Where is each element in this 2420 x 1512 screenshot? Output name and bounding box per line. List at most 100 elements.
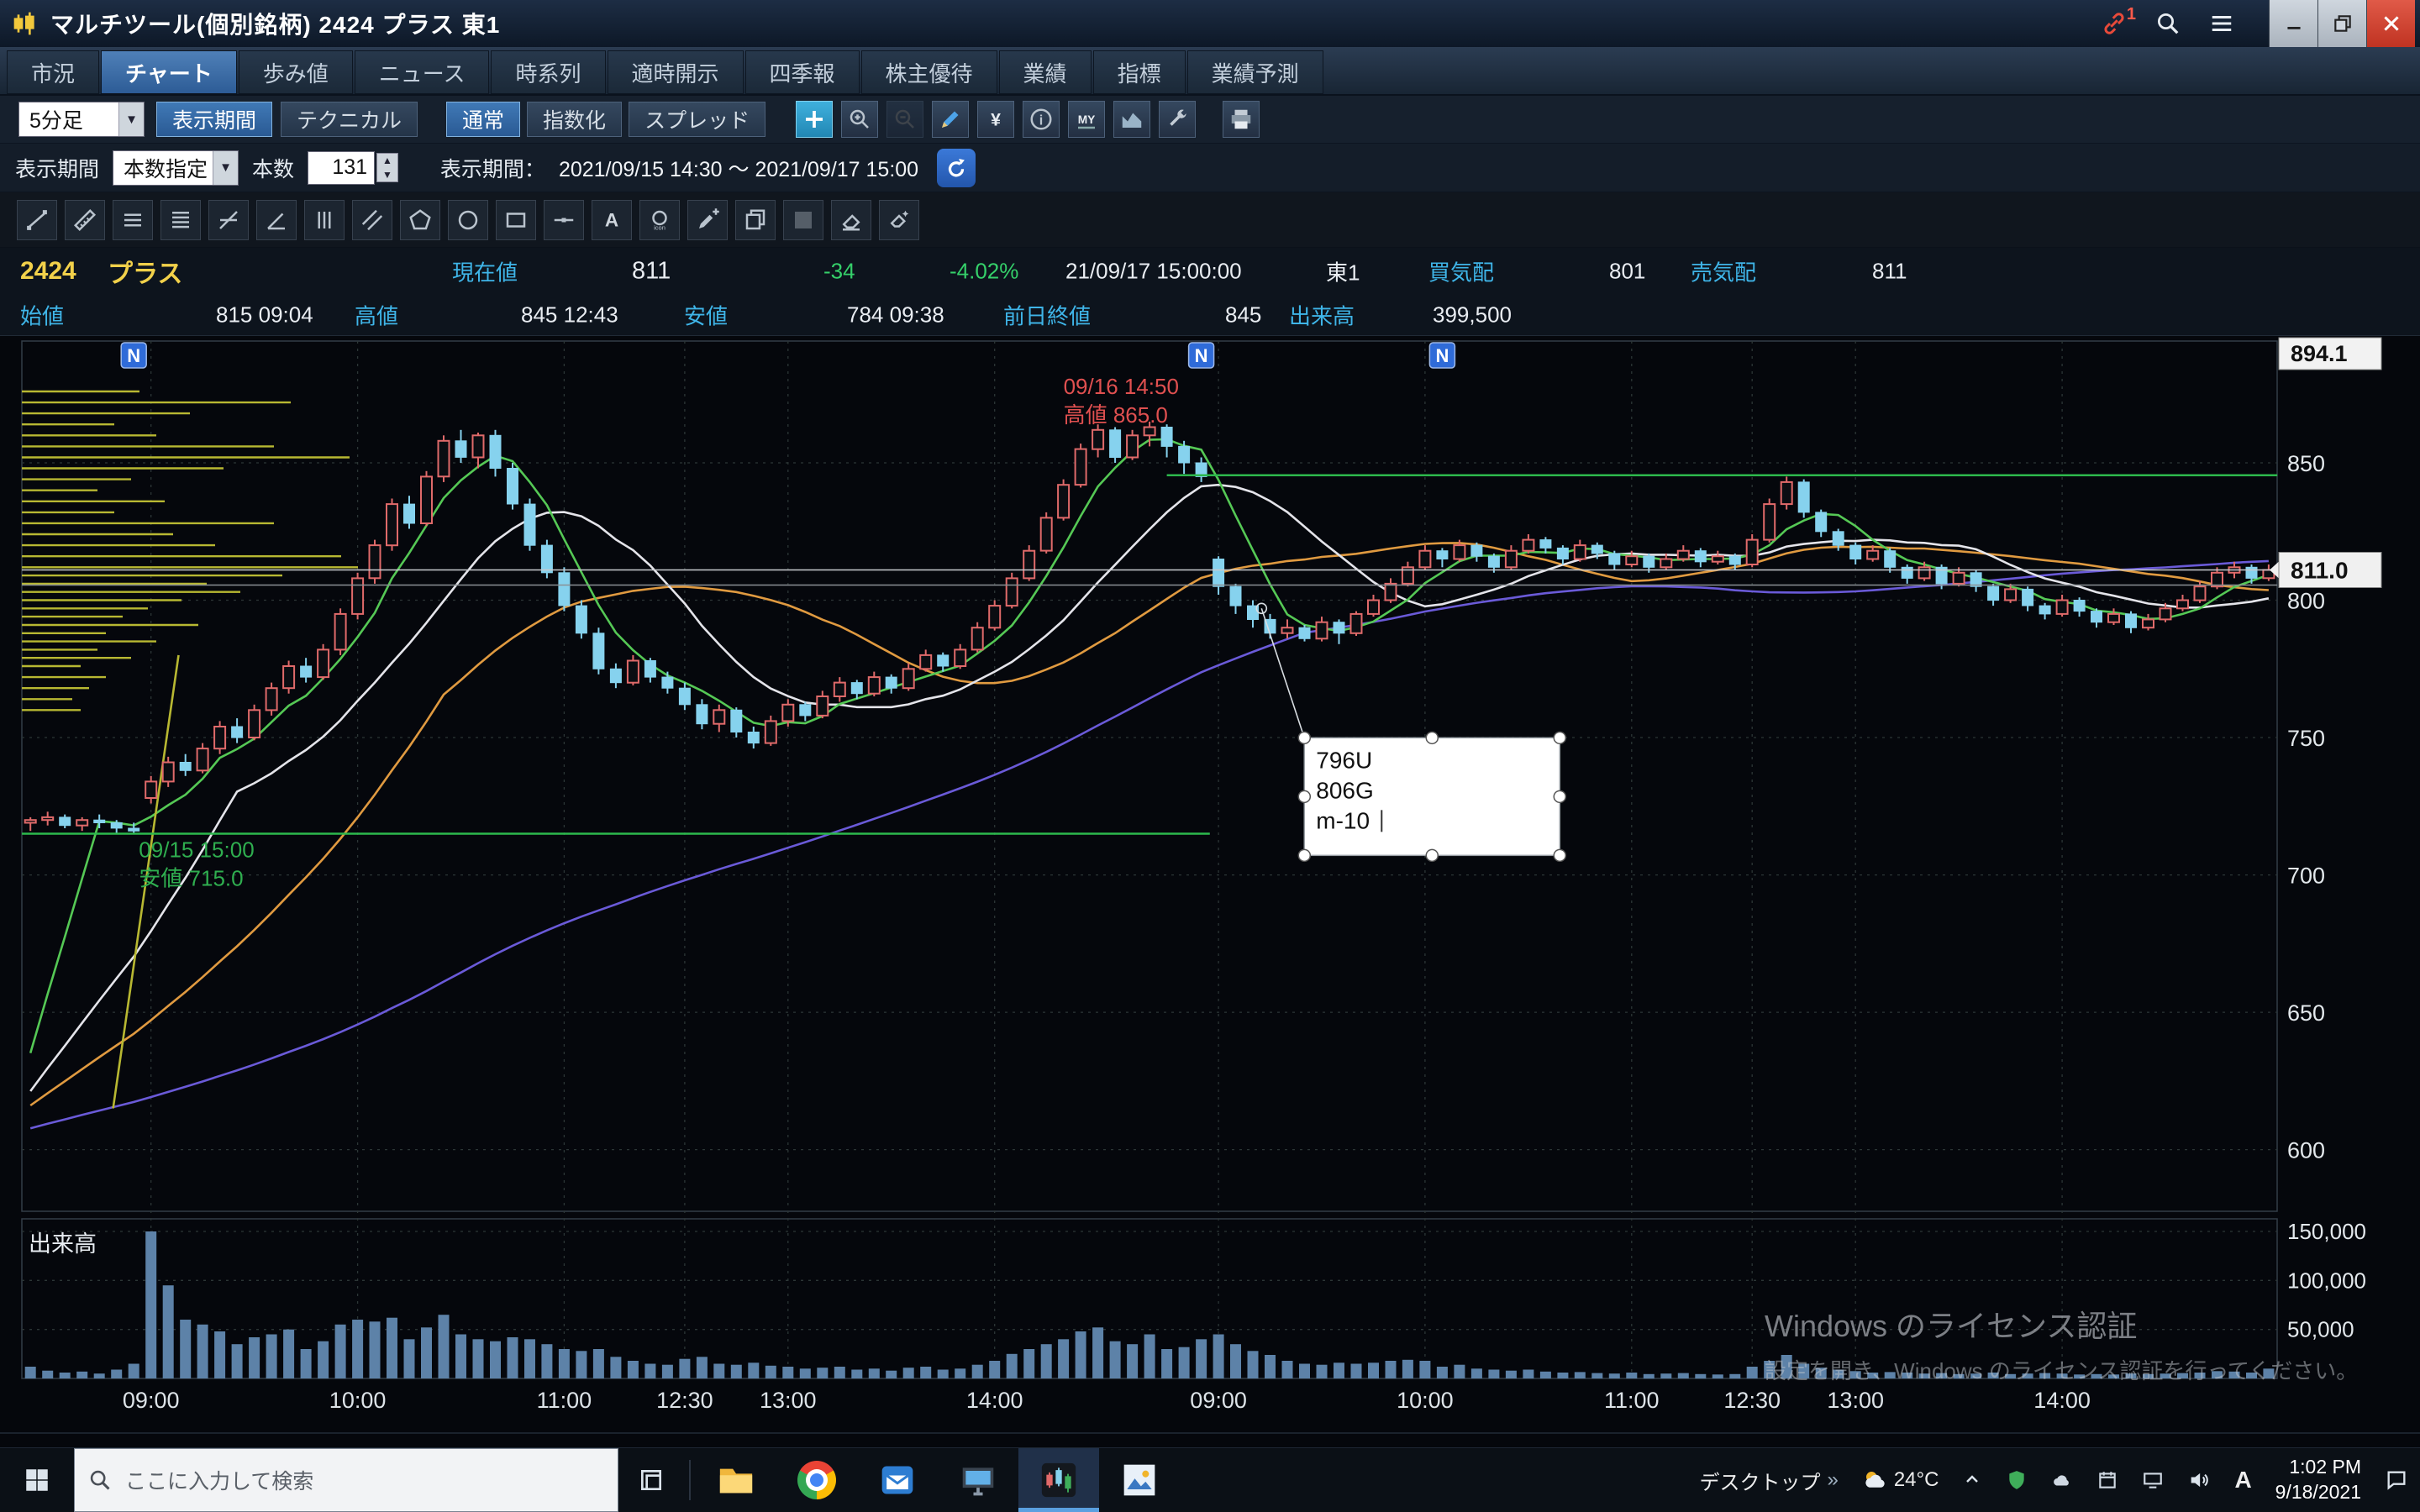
- volume-bars: [25, 1231, 2275, 1378]
- add-icon[interactable]: [796, 101, 833, 138]
- pencil-icon[interactable]: [932, 101, 969, 138]
- tab-業績予測[interactable]: 業績予測: [1187, 50, 1323, 94]
- toolbar-button-テクニカル[interactable]: テクニカル: [281, 102, 418, 137]
- low-annotation: 09/15 15:00安値 715.0: [139, 837, 254, 890]
- timeframe-dropdown[interactable]: 5分足 ▼: [18, 102, 145, 137]
- maximize-button[interactable]: [2317, 0, 2366, 47]
- taskbar-clock[interactable]: 1:02 PM 9/18/2021: [2264, 1448, 2373, 1512]
- taskbar-search-input[interactable]: ここに入力して検索: [74, 1448, 618, 1512]
- pen-plus-tool-icon[interactable]: [687, 200, 728, 240]
- ruler-tool-icon[interactable]: [65, 200, 105, 240]
- spinner-up-icon[interactable]: ▲: [377, 154, 397, 167]
- taskbar-app-monitor[interactable]: [938, 1448, 1018, 1512]
- toolbar-button-表示期間[interactable]: 表示期間: [156, 102, 272, 137]
- network-tray-icon[interactable]: [2130, 1448, 2175, 1512]
- spinner-down-icon[interactable]: ▼: [377, 168, 397, 181]
- wrench-icon[interactable]: [1159, 101, 1196, 138]
- desktop-toolbar[interactable]: デスクトップ »: [1687, 1448, 1849, 1512]
- antivirus-tray-icon[interactable]: [1994, 1448, 2039, 1512]
- rectangle-tool-icon[interactable]: [496, 200, 536, 240]
- count-mode-dropdown[interactable]: 本数指定 ▼: [113, 150, 239, 186]
- yen-icon[interactable]: ¥: [977, 101, 1014, 138]
- desktop-label: デスクトップ: [1699, 1466, 1820, 1495]
- tab-市況[interactable]: 市況: [7, 50, 99, 94]
- bar-count-value: 131: [332, 155, 367, 180]
- hline-tool-icon[interactable]: [544, 200, 584, 240]
- reload-icon[interactable]: [937, 149, 976, 187]
- angle-line-tool-icon[interactable]: [256, 200, 297, 240]
- chart-region: 09:0010:0011:0012:3013:0014:0009:0010:00…: [0, 336, 2420, 1447]
- vlines-tool-icon[interactable]: [304, 200, 345, 240]
- info-icon[interactable]: i: [1023, 101, 1060, 138]
- bar-count-spinner[interactable]: ▲▼: [376, 153, 398, 182]
- stock-name: プラス: [108, 253, 182, 290]
- weather-temp: 24°C: [1894, 1468, 1939, 1492]
- trendline-tool-icon[interactable]: [17, 200, 57, 240]
- taskbar-app-explorer[interactable]: [696, 1448, 776, 1512]
- bar-count-input[interactable]: 131: [308, 151, 375, 185]
- task-view-button[interactable]: [618, 1448, 684, 1512]
- taskbar-app-photos[interactable]: [1099, 1448, 1180, 1512]
- zoom-in-icon[interactable]: [841, 101, 878, 138]
- calendar-tray-icon[interactable]: [2085, 1448, 2130, 1512]
- exchange-label: 東1: [1326, 255, 1360, 286]
- change-percent: -4.02%: [950, 258, 1018, 284]
- speaker-icon[interactable]: [2175, 1448, 2223, 1512]
- ime-mode-indicator[interactable]: A: [2223, 1448, 2263, 1512]
- link-badge: 1: [2127, 5, 2136, 24]
- icon-stamp-tool-icon[interactable]: icon: [639, 200, 680, 240]
- tab-ニュース[interactable]: ニュース: [355, 50, 490, 94]
- minimize-button[interactable]: [2269, 0, 2317, 47]
- pentagon-tool-icon[interactable]: [400, 200, 440, 240]
- onedrive-tray-icon[interactable]: [2039, 1448, 2085, 1512]
- tab-指標[interactable]: 指標: [1093, 50, 1186, 94]
- clock-date: 9/18/2021: [2275, 1480, 2361, 1505]
- start-button[interactable]: [0, 1448, 74, 1512]
- price-chart[interactable]: 09:0010:0011:0012:3013:0014:0009:0010:00…: [0, 336, 2420, 1447]
- my-icon[interactable]: MY: [1068, 101, 1105, 138]
- weather-widget[interactable]: 24°C: [1850, 1448, 1951, 1512]
- svg-text:MY: MY: [1078, 113, 1096, 126]
- ime-letter: A: [2234, 1467, 2251, 1494]
- cross-line-tool-icon[interactable]: [208, 200, 249, 240]
- last-label: 現在値: [452, 255, 518, 286]
- change-value: -34: [823, 258, 855, 284]
- close-button[interactable]: [2366, 0, 2415, 47]
- link-icon[interactable]: 1: [2099, 8, 2129, 39]
- tab-時系列[interactable]: 時系列: [491, 50, 605, 94]
- hlines-4-tool-icon[interactable]: [160, 200, 201, 240]
- hlines-3-tool-icon[interactable]: [113, 200, 153, 240]
- tab-適時開示[interactable]: 適時開示: [608, 50, 744, 94]
- svg-text:700: 700: [2287, 864, 2325, 889]
- tab-歩み値[interactable]: 歩み値: [239, 50, 353, 94]
- area-chart-icon[interactable]: [1113, 101, 1150, 138]
- copy-tool-icon[interactable]: [735, 200, 776, 240]
- print-icon[interactable]: [1223, 101, 1260, 138]
- menu-icon[interactable]: [2207, 8, 2237, 39]
- notification-center-icon[interactable]: [2373, 1448, 2420, 1512]
- mode-button-通常[interactable]: 通常: [446, 102, 520, 137]
- taskbar-app-mail[interactable]: [857, 1448, 938, 1512]
- mode-button-スプレッド[interactable]: スプレッド: [629, 102, 765, 137]
- tab-株主優待[interactable]: 株主優待: [861, 50, 997, 94]
- text-tool-icon[interactable]: A: [592, 200, 632, 240]
- svg-text:13:00: 13:00: [1827, 1388, 1884, 1413]
- ask-value: 811: [1872, 258, 1907, 284]
- taskbar-app-chrome[interactable]: [776, 1448, 857, 1512]
- eraser-all-tool-icon[interactable]: [879, 200, 919, 240]
- svg-text:13:00: 13:00: [760, 1388, 817, 1413]
- svg-text:m-10: m-10: [1316, 807, 1370, 833]
- svg-text:894.1: 894.1: [2291, 341, 2348, 366]
- tab-チャート[interactable]: チャート: [101, 50, 237, 94]
- svg-text:100,000: 100,000: [2287, 1268, 2366, 1293]
- tab-四季報[interactable]: 四季報: [745, 50, 860, 94]
- taskbar-app-trading[interactable]: [1018, 1448, 1099, 1512]
- search-icon[interactable]: [2153, 8, 2183, 39]
- callout-annotation[interactable]: 796U806Gm-10: [1256, 603, 1565, 861]
- tray-chevron-up-icon[interactable]: [1950, 1448, 1994, 1512]
- circle-tool-icon[interactable]: [448, 200, 488, 240]
- mode-button-指数化[interactable]: 指数化: [527, 102, 622, 137]
- channel-tool-icon[interactable]: [352, 200, 392, 240]
- eraser-tool-icon[interactable]: [831, 200, 871, 240]
- tab-業績[interactable]: 業績: [999, 50, 1092, 94]
